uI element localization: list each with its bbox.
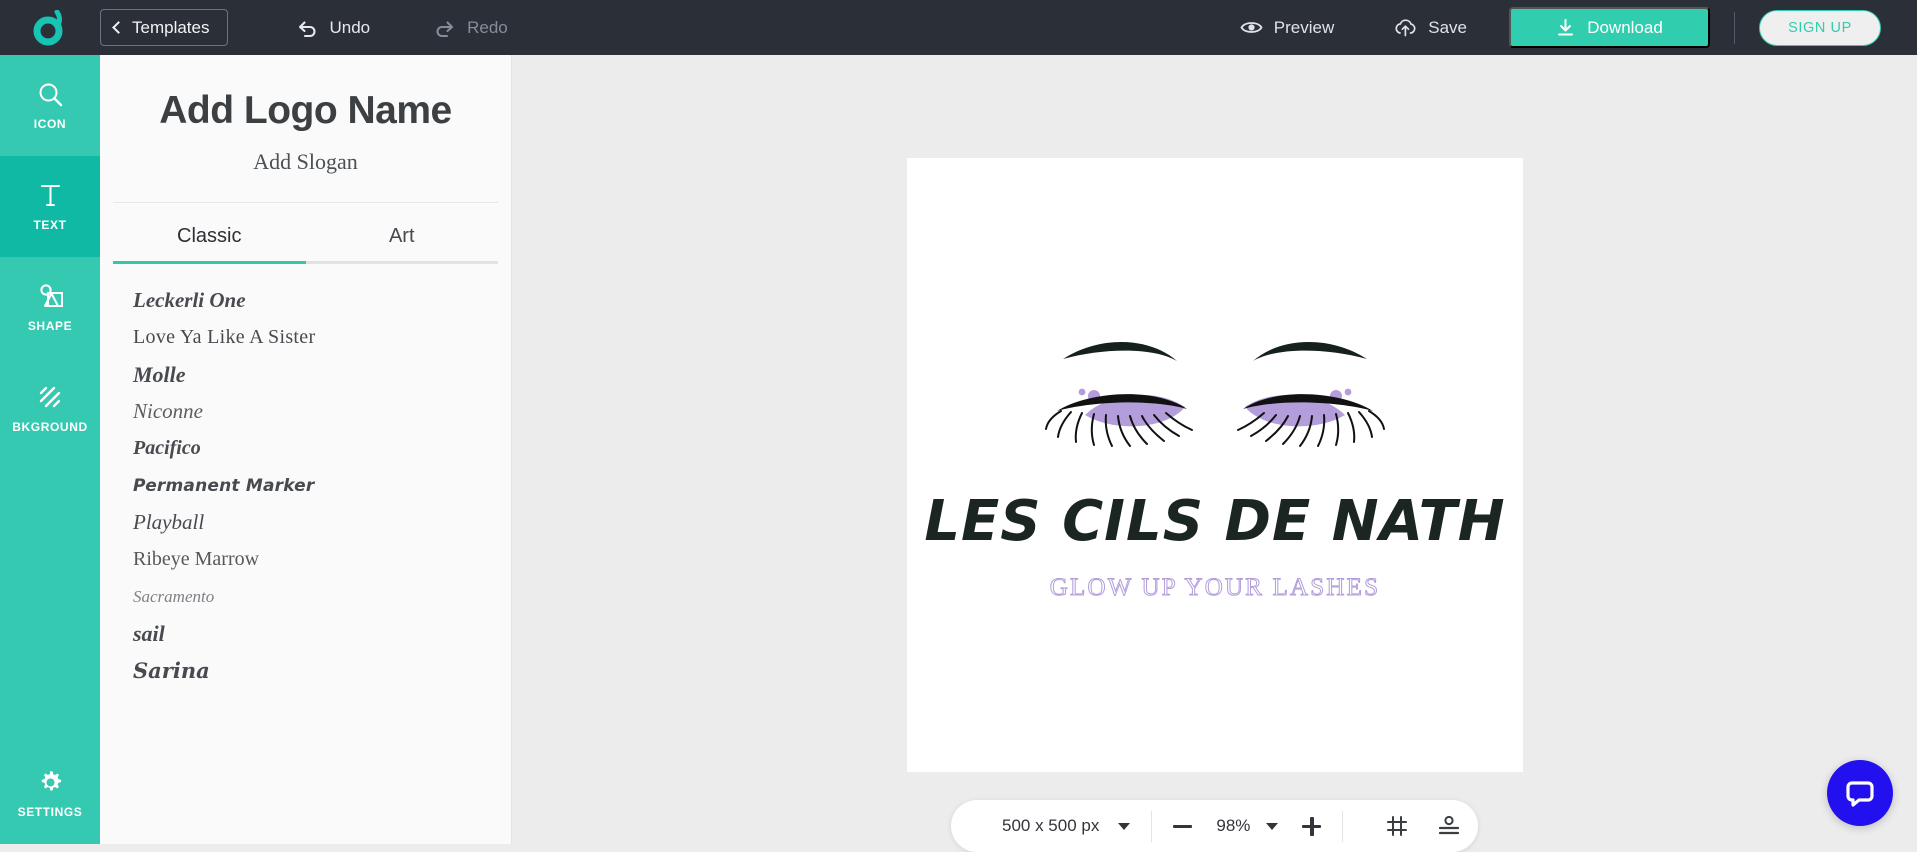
logo-artboard[interactable]: LES CILS DE NATH GLOW UP YOUR LASHES <box>907 158 1523 772</box>
grid-icon[interactable] <box>1385 814 1409 838</box>
font-list-item-clipped-bottom <box>133 689 511 699</box>
font-list-item[interactable]: Love Ya Like A Sister <box>133 319 511 356</box>
sidebar-item-shape[interactable]: SHAPE <box>0 257 100 358</box>
font-list-item[interactable]: Niconne <box>133 393 511 430</box>
save-button[interactable]: Save <box>1374 0 1487 55</box>
search-icon <box>39 83 62 106</box>
toolbar-divider <box>1151 810 1153 842</box>
text-t-icon <box>40 184 60 206</box>
font-list-item[interactable]: Playball <box>133 504 511 541</box>
undo-button[interactable]: Undo <box>276 0 390 55</box>
sign-up-button[interactable]: SIGN UP <box>1759 9 1881 46</box>
font-category-tabs: Classic Art <box>100 225 511 264</box>
zoom-dropdown-caret-icon[interactable] <box>1266 822 1279 830</box>
sidebar-item-label: TEXT <box>33 217 67 232</box>
templates-label: Templates <box>132 17 210 37</box>
toolbar-divider <box>1734 11 1735 44</box>
top-toolbar: Templates Undo Redo Preview Save Downloa… <box>0 0 1917 55</box>
font-list-item-clipped-top <box>133 264 511 282</box>
preview-button[interactable]: Preview <box>1220 0 1354 55</box>
font-list-item[interactable]: Sacramento <box>133 578 511 615</box>
undo-arrow-icon <box>299 20 317 37</box>
sidebar-item-icon[interactable]: ICON <box>0 55 100 156</box>
closed-eyes-with-lashes-icon <box>1045 341 1385 447</box>
save-label: Save <box>1428 17 1467 37</box>
redo-button[interactable]: Redo <box>414 0 528 55</box>
zoom-in-button[interactable] <box>1302 816 1322 836</box>
hatch-square-icon <box>39 386 60 407</box>
font-list-item[interactable]: Sarina <box>133 652 511 689</box>
logo-name-field[interactable]: Add Logo Name <box>100 89 511 133</box>
logo-title-text[interactable]: LES CILS DE NATH <box>924 489 1505 554</box>
tab-classic[interactable]: Classic <box>113 225 306 264</box>
sidebar-item-label: SETTINGS <box>17 804 83 819</box>
zoom-level-label: 98% <box>1216 816 1251 835</box>
font-list-item[interactable]: Ribeye Marrow <box>133 541 511 578</box>
font-list-item[interactable]: Pacifico <box>133 430 511 467</box>
sidebar-item-label: SHAPE <box>27 318 73 333</box>
font-list-item[interactable]: Leckerli One <box>133 282 511 319</box>
sidebar-item-text[interactable]: TEXT <box>0 156 100 257</box>
align-center-icon[interactable] <box>1437 814 1461 838</box>
text-panel: Add Logo Name Add Slogan Classic Art Lec… <box>100 55 512 844</box>
canvas-size-label: 500 x 500 px <box>1002 816 1100 835</box>
chevron-down-icon <box>1118 822 1131 830</box>
sign-up-label: SIGN UP <box>1788 19 1852 36</box>
eye-icon <box>1240 22 1263 33</box>
font-list[interactable]: Leckerli One Love Ya Like A Sister Molle… <box>100 264 511 699</box>
cloud-upload-icon <box>1395 18 1416 36</box>
preview-label: Preview <box>1273 17 1335 37</box>
shapes-icon <box>40 283 63 307</box>
canvas-stage: LES CILS DE NATH GLOW UP YOUR LASHES <box>512 55 1917 844</box>
sidebar-item-label: BKGROUND <box>12 419 88 434</box>
brand-ring-logo-icon <box>33 9 63 45</box>
download-icon <box>1558 18 1574 35</box>
gear-icon <box>41 770 61 790</box>
undo-label: Undo <box>329 17 371 37</box>
font-list-item[interactable]: Molle <box>133 356 511 393</box>
chat-bubble-icon <box>1846 781 1874 807</box>
toolbar-divider <box>1342 810 1344 842</box>
sidebar-item-label: ICON <box>33 116 67 131</box>
download-button[interactable]: Download <box>1509 7 1710 48</box>
brand-logo[interactable] <box>0 0 100 55</box>
chat-widget-button[interactable] <box>1827 760 1893 826</box>
redo-label: Redo <box>467 17 508 37</box>
canvas-size-selector[interactable]: 500 x 500 px <box>951 816 1131 836</box>
font-list-item[interactable]: sail <box>133 615 511 652</box>
canvas-bottom-toolbar: 500 x 500 px 98% <box>951 800 1478 852</box>
chevron-left-icon <box>112 20 125 34</box>
redo-arrow-icon <box>436 20 454 37</box>
sidebar-item-settings[interactable]: SETTINGS <box>0 743 100 844</box>
font-list-item[interactable]: Permanent Marker <box>133 467 511 504</box>
logo-slogan-field[interactable]: Add Slogan <box>100 149 511 175</box>
tab-art[interactable]: Art <box>305 225 498 264</box>
zoom-out-button[interactable] <box>1173 824 1193 828</box>
templates-button[interactable]: Templates <box>100 9 229 46</box>
panel-divider <box>113 202 498 203</box>
logo-tagline-text[interactable]: GLOW UP YOUR LASHES <box>1049 573 1380 602</box>
canvas-view-options <box>1385 814 1461 838</box>
sidebar-item-bkground[interactable]: BKGROUND <box>0 358 100 459</box>
download-label: Download <box>1587 17 1663 37</box>
left-rail: ICON TEXT SHAPE BKGROUND SETTINGS <box>0 55 100 844</box>
